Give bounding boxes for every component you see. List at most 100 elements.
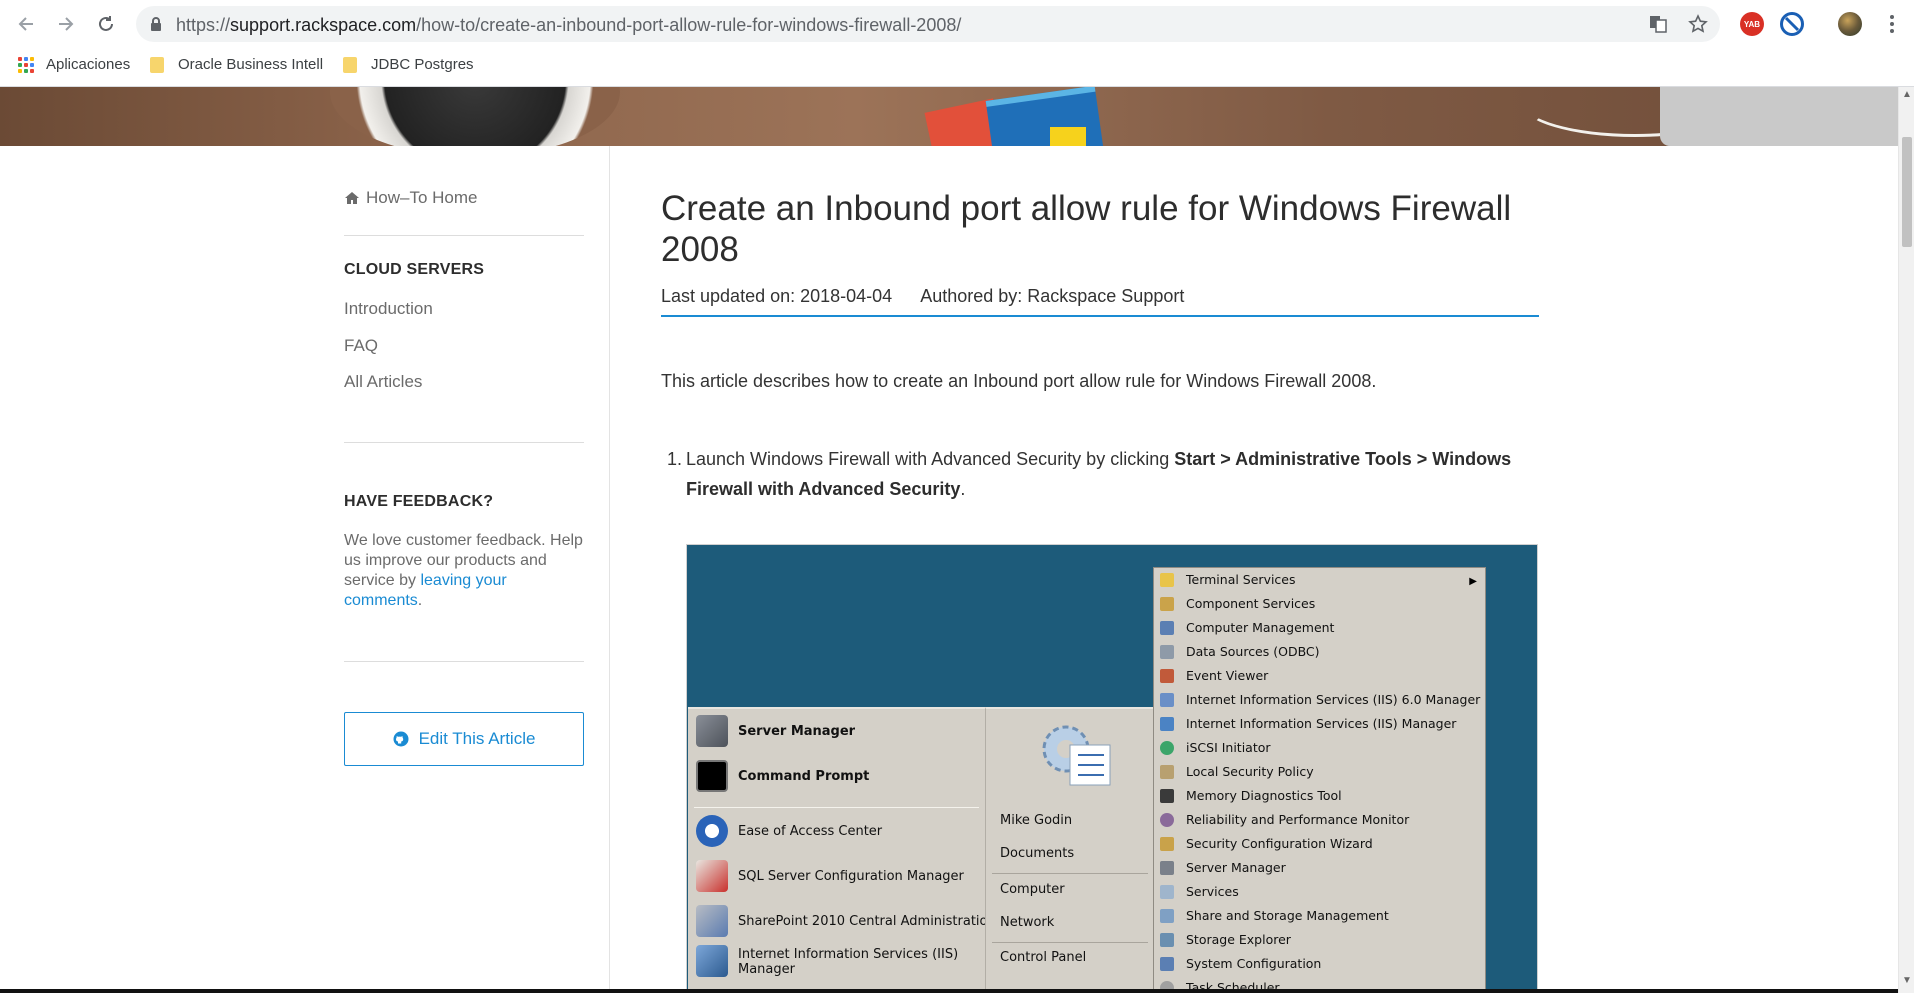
storage-explorer-icon bbox=[1160, 932, 1174, 947]
how-to-home-link[interactable]: How–To Home bbox=[344, 188, 478, 208]
submenu-item: Event Viewer bbox=[1156, 664, 1485, 687]
start-link-computer: Computer bbox=[1000, 882, 1065, 897]
sidebar-link-faq[interactable]: FAQ bbox=[344, 336, 378, 356]
admin-tools-icon bbox=[1042, 725, 1111, 786]
iis-icon bbox=[696, 945, 728, 977]
submenu-item: Terminal Services ▶ bbox=[1156, 568, 1485, 591]
reload-button[interactable] bbox=[92, 10, 120, 38]
forward-arrow-icon bbox=[59, 17, 74, 31]
edit-article-button[interactable]: Edit This Article bbox=[344, 712, 584, 766]
start-item-sql-config: SQL Server Configuration Manager bbox=[696, 860, 964, 892]
home-icon bbox=[345, 192, 359, 204]
ease-of-access-icon bbox=[696, 815, 728, 847]
sharepoint-icon bbox=[696, 905, 728, 937]
submenu-item: Storage Explorer bbox=[1156, 928, 1485, 951]
iis6-icon bbox=[1160, 692, 1174, 707]
server-manager-icon bbox=[1160, 860, 1174, 875]
blocker-extension-icon[interactable] bbox=[1780, 12, 1804, 36]
authored-by: Authored by: Rackspace Support bbox=[920, 286, 1185, 306]
feedback-text: We love customer feedback. Help us impro… bbox=[344, 532, 583, 609]
window-bottom-edge bbox=[0, 989, 1898, 993]
submenu-item: System Configuration bbox=[1156, 952, 1485, 975]
data-sources-icon bbox=[1160, 644, 1174, 659]
laptop-graphic bbox=[1660, 87, 1898, 146]
submenu-item: Computer Management bbox=[1156, 616, 1485, 639]
coffee-mug-graphic bbox=[330, 87, 620, 146]
system-configuration-icon bbox=[1160, 956, 1174, 971]
start-link-user: Mike Godin bbox=[1000, 813, 1073, 828]
submenu-item: Services bbox=[1156, 880, 1485, 903]
command-prompt-icon bbox=[696, 760, 728, 792]
memory-diagnostics-icon bbox=[1160, 788, 1174, 803]
back-button[interactable] bbox=[12, 10, 40, 38]
start-item-command-prompt: Command Prompt bbox=[696, 760, 869, 792]
sidebar-divider-line bbox=[344, 661, 584, 662]
feedback-title: HAVE FEEDBACK? bbox=[344, 493, 494, 510]
scroll-down-icon[interactable]: ▼ bbox=[1902, 975, 1912, 986]
sidebar-divider-line bbox=[344, 442, 584, 443]
share-storage-icon bbox=[1160, 908, 1174, 923]
security-policy-icon bbox=[1160, 764, 1174, 779]
apps-grid-icon bbox=[18, 56, 34, 73]
last-updated: Last updated on: 2018-04-04 bbox=[661, 286, 893, 306]
bookmark-jdbc[interactable]: JDBC Postgres bbox=[343, 56, 474, 73]
browser-toolbar: https://support.rackspace.com/how-to/cre… bbox=[0, 0, 1914, 48]
submenu-item: Reliability and Performance Monitor bbox=[1156, 808, 1485, 831]
start-item-sharepoint: SharePoint 2010 Central Administration bbox=[696, 905, 996, 937]
submenu-item: Data Sources (ODBC) bbox=[1156, 640, 1485, 663]
browser-menu-button[interactable] bbox=[1878, 10, 1906, 38]
submenu-item: Internet Information Services (IIS) Mana… bbox=[1156, 712, 1485, 735]
bookmark-oracle[interactable]: Oracle Business Intell bbox=[150, 56, 323, 73]
iis-manager-icon bbox=[1160, 716, 1174, 731]
submenu-item: Share and Storage Management bbox=[1156, 904, 1485, 927]
start-item-iis-manager: Internet Information Services (IIS) Manag… bbox=[696, 945, 958, 977]
start-link-documents: Documents bbox=[1000, 846, 1075, 861]
sidebar-link-all-articles[interactable]: All Articles bbox=[344, 372, 422, 392]
step-text: Launch Windows Firewall with Advanced Se… bbox=[686, 449, 1512, 499]
forward-button[interactable] bbox=[52, 10, 80, 38]
scrollbar-thumb[interactable] bbox=[1902, 137, 1912, 247]
start-item-server-manager: Server Manager bbox=[696, 715, 855, 747]
submenu-arrow-icon: ▶ bbox=[1469, 576, 1477, 587]
folder-icon bbox=[150, 56, 164, 73]
bookmarks-bar: Aplicaciones Oracle Business Intell JDBC… bbox=[0, 48, 1914, 86]
submenu-item: Security Configuration Wizard bbox=[1156, 832, 1485, 855]
back-arrow-icon bbox=[18, 17, 33, 31]
profile-avatar[interactable] bbox=[1838, 12, 1862, 36]
article-intro: This article describes how to create an … bbox=[661, 371, 1377, 391]
step-number: 1. bbox=[667, 449, 683, 469]
submenu-item: Memory Diagnostics Tool bbox=[1156, 784, 1485, 807]
url-text: https://support.rackspace.com/how-to/cre… bbox=[176, 15, 962, 35]
component-services-icon bbox=[1160, 596, 1174, 611]
start-link-network: Network bbox=[1000, 915, 1055, 930]
performance-monitor-icon bbox=[1160, 812, 1174, 827]
yab-extension-icon[interactable]: YAB bbox=[1740, 12, 1764, 36]
sidebar-divider-line bbox=[344, 235, 584, 236]
browser-chrome: https://support.rackspace.com/how-to/cre… bbox=[0, 0, 1914, 87]
address-bar[interactable]: https://support.rackspace.com/how-to/cre… bbox=[136, 6, 1720, 42]
article-meta: Last updated on: 2018-04-04 Authored by: … bbox=[661, 286, 1184, 307]
title-underline bbox=[661, 315, 1539, 317]
start-item-ease-of-access: Ease of Access Center bbox=[696, 815, 882, 847]
submenu-item: Internet Information Services (IIS) 6.0 … bbox=[1156, 688, 1485, 711]
translate-icon[interactable] bbox=[1648, 14, 1668, 34]
security-wizard-icon bbox=[1160, 836, 1174, 851]
sidebar-divider bbox=[609, 146, 610, 993]
github-icon bbox=[393, 731, 409, 747]
sidebar-link-introduction[interactable]: Introduction bbox=[344, 299, 433, 319]
folder-icon bbox=[343, 56, 357, 73]
start-menu-right-pane: Mike Godin Documents Computer Network Co… bbox=[985, 707, 1153, 992]
folder-icon bbox=[1160, 572, 1174, 587]
article-title: Create an Inbound port allow rule for Wi… bbox=[661, 189, 1512, 269]
start-menu-left-pane: Server Manager Command Prompt Ease of Ac… bbox=[688, 707, 996, 992]
bookmark-apps[interactable]: Aplicaciones bbox=[18, 56, 130, 73]
start-link-control-panel: Control Panel bbox=[1000, 950, 1087, 965]
scroll-up-icon[interactable]: ▲ bbox=[1902, 89, 1912, 100]
administrative-tools-submenu: Terminal Services ▶ Component Services Co… bbox=[1153, 567, 1486, 992]
event-viewer-icon bbox=[1160, 668, 1174, 683]
bookmark-star-icon[interactable] bbox=[1688, 14, 1708, 34]
kebab-menu-icon bbox=[1890, 15, 1894, 33]
page-scrollbar[interactable]: ▲ ▼ bbox=[1898, 87, 1914, 993]
submenu-item: Component Services bbox=[1156, 592, 1485, 615]
services-icon bbox=[1160, 884, 1174, 899]
